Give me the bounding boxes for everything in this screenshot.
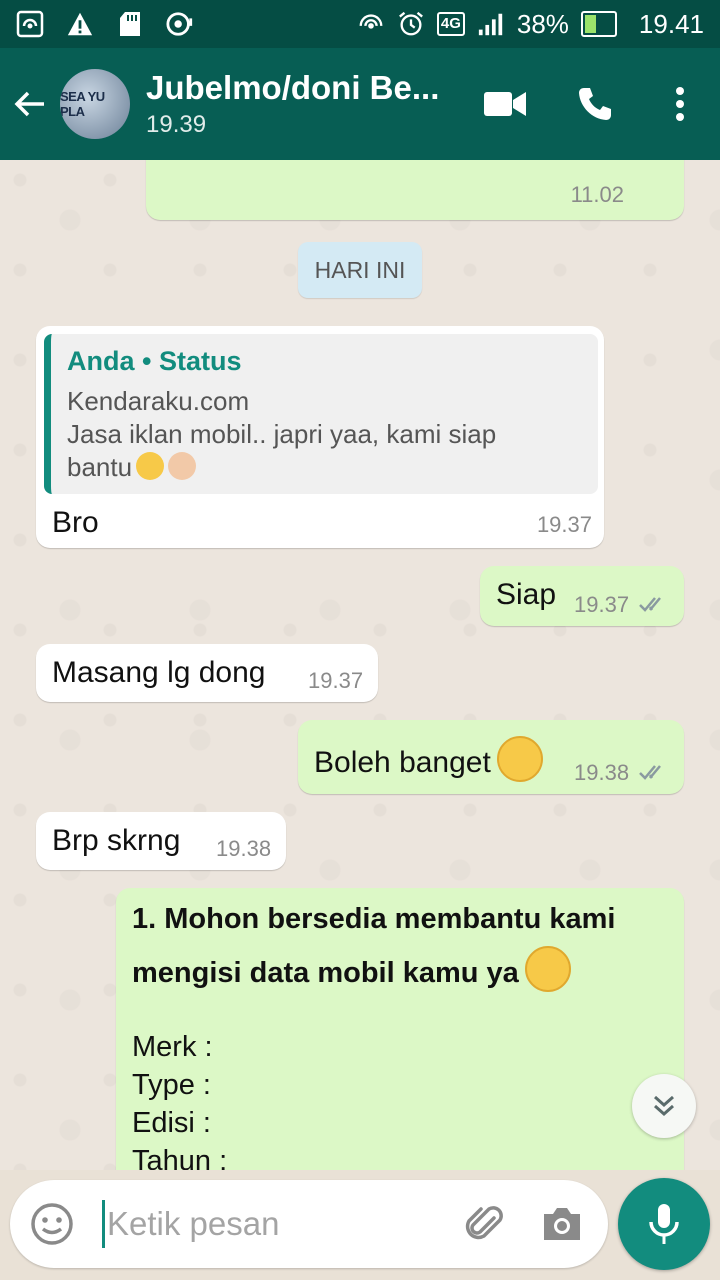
message-time: 19.37 xyxy=(536,512,592,537)
message-text: Siap xyxy=(496,578,557,611)
voice-message-button[interactable] xyxy=(618,1178,710,1270)
cast-icon xyxy=(166,10,194,38)
date-separator: HARI INI xyxy=(298,242,422,298)
message-text: Boleh banget xyxy=(314,746,491,779)
signal-icon xyxy=(477,10,505,38)
alarm-icon xyxy=(397,10,425,38)
avatar-text: SEA YU PLA xyxy=(60,89,105,119)
mic-icon xyxy=(649,1204,679,1244)
grin-emoji-icon xyxy=(496,736,543,782)
back-arrow-icon xyxy=(14,91,44,117)
quote-line: bantu xyxy=(67,452,133,482)
message-line: Merk : xyxy=(132,1031,213,1063)
quote-line: Kendaraku.com xyxy=(67,386,250,416)
message-bubble-outgoing-form[interactable]: 1. Mohon bersedia membantu kami mengisi … xyxy=(116,888,684,1170)
message-text: Bro xyxy=(52,506,99,539)
back-button[interactable] xyxy=(0,48,60,160)
message-line: Tahun : xyxy=(132,1145,228,1170)
avatar[interactable]: SEA YU PLA xyxy=(60,69,130,139)
contact-info[interactable]: Jubelmo/doni Be... 19.39 xyxy=(146,69,456,139)
double-tick-icon xyxy=(639,765,661,780)
sd-card-icon xyxy=(116,10,144,38)
video-call-button[interactable] xyxy=(460,48,550,160)
clock: 19.41 xyxy=(638,8,704,39)
quote-body: Kendaraku.com Jasa iklan mobil.. japri y… xyxy=(67,385,582,484)
quote-line: Jasa iklan mobil.. japri yaa, kami siap xyxy=(67,419,497,449)
message-input[interactable]: Ketik pesan xyxy=(107,1205,454,1243)
message-time: 11.02 xyxy=(570,182,624,207)
voice-call-button[interactable] xyxy=(550,48,640,160)
message-bubble-incoming[interactable]: Brp skrng 19.38 xyxy=(36,812,286,870)
warning-icon xyxy=(66,10,94,38)
message-composer: Ketik pesan xyxy=(10,1180,608,1268)
message-bubble-incoming[interactable]: Masang lg dong 19.37 xyxy=(36,644,378,702)
message-time: 19.38 xyxy=(574,760,630,785)
phone-icon xyxy=(579,88,611,120)
status-bar: 4G 38% 19.41 xyxy=(0,0,720,48)
message-line: Edisi : xyxy=(132,1107,211,1139)
message-list[interactable]: 11.02 HARI INI Anda • Status Kendaraku.c… xyxy=(0,160,720,1170)
contact-name: Jubelmo/doni Be... xyxy=(146,69,440,106)
camera-icon xyxy=(544,1208,580,1240)
chat-header: SEA YU PLA Jubelmo/doni Be... 19.39 xyxy=(0,48,720,160)
quoted-status[interactable]: Anda • Status Kendaraku.com Jasa iklan m… xyxy=(44,334,598,494)
scroll-to-bottom-button[interactable] xyxy=(632,1074,696,1138)
video-call-icon xyxy=(484,92,526,116)
message-time: 19.37 xyxy=(574,592,630,617)
message-time: 19.38 xyxy=(216,836,272,861)
more-vert-icon xyxy=(676,87,684,121)
message-bubble-outgoing[interactable]: Boleh banget 19.38 xyxy=(298,720,684,794)
quote-author: Anda • Status xyxy=(67,346,242,376)
message-text: Masang lg dong xyxy=(52,656,266,689)
emoji-button[interactable] xyxy=(20,1192,84,1256)
battery-percent: 38% xyxy=(516,8,569,39)
more-options-button[interactable] xyxy=(640,48,720,160)
message-bubble-incoming-reply[interactable]: Anda • Status Kendaraku.com Jasa iklan m… xyxy=(36,326,604,548)
scroll-down-icon xyxy=(654,1095,674,1117)
message-line-bold: mengisi data mobil kamu ya xyxy=(132,957,519,989)
last-seen: 19.39 xyxy=(146,111,207,138)
attach-icon xyxy=(465,1206,503,1240)
message-text: Brp skrng xyxy=(52,824,181,857)
message-line: Type : xyxy=(132,1069,211,1101)
attach-button[interactable] xyxy=(454,1192,518,1256)
hotspot-signal-icon xyxy=(357,10,385,38)
ok-hand-emoji-icon xyxy=(136,452,165,480)
message-time: 19.37 xyxy=(308,668,364,693)
message-line-bold: 1. Mohon bersedia membantu kami xyxy=(132,903,616,935)
network-type-badge: 4G xyxy=(436,12,465,36)
camera-button[interactable] xyxy=(530,1192,594,1256)
double-tick-icon xyxy=(639,597,661,612)
thumbs-up-emoji-icon xyxy=(168,452,197,480)
smiling-emoji-icon xyxy=(524,946,571,992)
text-cursor xyxy=(102,1200,105,1248)
battery-charging-icon xyxy=(580,11,617,37)
message-bubble-outgoing[interactable]: Siap 19.37 xyxy=(480,566,684,626)
message-bubble-previous[interactable]: 11.02 xyxy=(146,160,684,220)
emoji-icon xyxy=(31,1203,73,1245)
hotspot-icon xyxy=(16,10,44,38)
